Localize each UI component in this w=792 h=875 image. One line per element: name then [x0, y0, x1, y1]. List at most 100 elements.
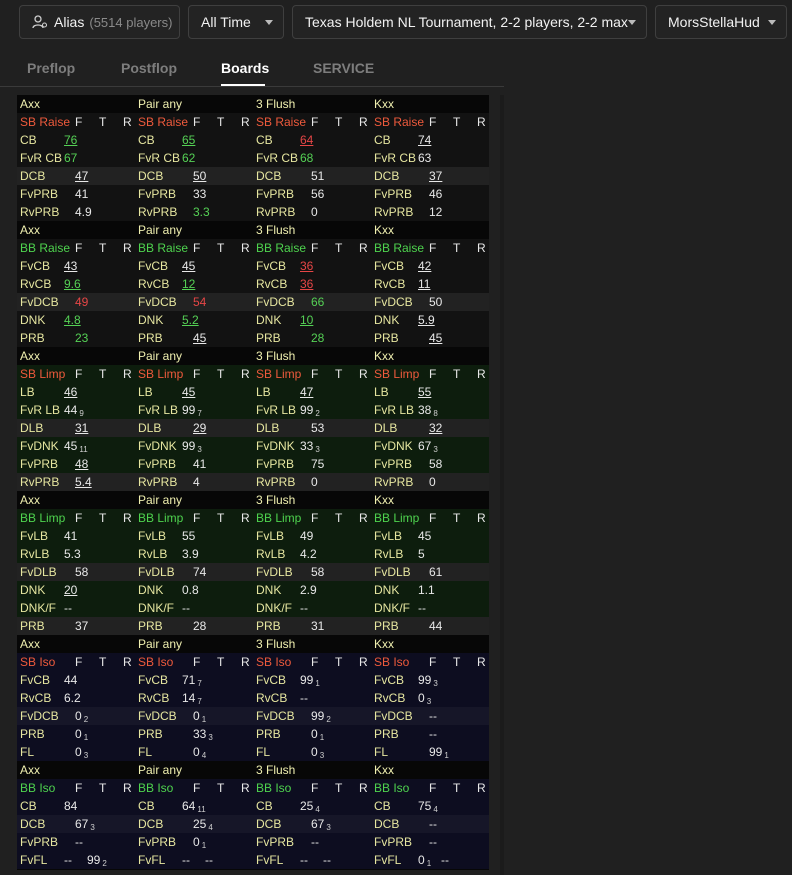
- stat-value[interactable]: 75 4: [418, 797, 438, 815]
- stat-value[interactable]: 75: [311, 455, 324, 473]
- stat-value[interactable]: 5.4: [75, 473, 92, 491]
- stat-value[interactable]: 61: [429, 563, 442, 581]
- stat-value[interactable]: 37: [429, 167, 442, 185]
- tab-service[interactable]: SERVICE: [313, 60, 374, 76]
- stat-value[interactable]: 99 2: [87, 851, 107, 869]
- stat-value[interactable]: 50: [193, 167, 206, 185]
- stat-value[interactable]: 58: [429, 455, 442, 473]
- stat-value[interactable]: 42: [418, 257, 431, 275]
- stat-value[interactable]: --: [182, 851, 190, 869]
- stat-value[interactable]: 12: [429, 203, 442, 221]
- stat-value[interactable]: --: [418, 599, 426, 617]
- stat-value[interactable]: 23: [75, 329, 88, 347]
- tab-postflop[interactable]: Postflop: [121, 60, 177, 76]
- stat-value[interactable]: 67: [64, 149, 77, 167]
- stat-value[interactable]: 10: [300, 311, 313, 329]
- stat-value[interactable]: 01: [311, 725, 324, 743]
- stat-value[interactable]: 11: [418, 275, 430, 293]
- stat-value[interactable]: 46: [64, 383, 77, 401]
- stat-value[interactable]: 31: [311, 617, 324, 635]
- tab-preflop[interactable]: Preflop: [27, 60, 75, 76]
- stat-value[interactable]: --: [64, 599, 72, 617]
- stat-value[interactable]: 45 11: [64, 437, 88, 455]
- stat-value[interactable]: --: [429, 725, 437, 743]
- stat-value[interactable]: 5: [418, 545, 425, 563]
- stat-value[interactable]: --: [311, 833, 319, 851]
- stat-value[interactable]: 45: [182, 257, 195, 275]
- stat-value[interactable]: 45: [418, 527, 431, 545]
- stat-value[interactable]: 28: [193, 617, 206, 635]
- stat-value[interactable]: 56: [311, 185, 324, 203]
- stat-value[interactable]: 47: [75, 167, 88, 185]
- stat-value[interactable]: 45: [193, 329, 206, 347]
- scrollbar[interactable]: [500, 95, 504, 875]
- stat-value[interactable]: --: [429, 815, 437, 833]
- stat-value[interactable]: 04: [193, 743, 206, 761]
- stat-value[interactable]: 1.1: [418, 581, 435, 599]
- stat-value[interactable]: 01: [75, 725, 88, 743]
- stat-value[interactable]: 46: [429, 185, 442, 203]
- stat-value[interactable]: --: [75, 833, 83, 851]
- stat-value[interactable]: 14 7: [182, 689, 202, 707]
- stat-value[interactable]: 53: [311, 419, 324, 437]
- stat-value[interactable]: --: [323, 851, 331, 869]
- stat-value[interactable]: 74: [193, 563, 206, 581]
- stat-value[interactable]: 2.9: [300, 581, 317, 599]
- stat-value[interactable]: 99 1: [429, 743, 449, 761]
- stat-value[interactable]: 84: [64, 797, 77, 815]
- stat-value[interactable]: 41: [64, 527, 77, 545]
- stat-value[interactable]: 01: [418, 851, 431, 869]
- stat-value[interactable]: 99 7: [182, 401, 202, 419]
- stat-value[interactable]: 33 3: [300, 437, 320, 455]
- stat-value[interactable]: 31: [75, 419, 88, 437]
- stat-value[interactable]: 25 4: [300, 797, 320, 815]
- stat-value[interactable]: 3.3: [193, 203, 210, 221]
- stat-value[interactable]: 20: [64, 581, 77, 599]
- stat-value[interactable]: 71 7: [182, 671, 202, 689]
- stat-value[interactable]: 37: [75, 617, 88, 635]
- stat-value[interactable]: 9.6: [64, 275, 81, 293]
- stat-value[interactable]: 5.3: [64, 545, 81, 563]
- stat-value[interactable]: 02: [75, 707, 88, 725]
- stat-value[interactable]: 03: [311, 743, 324, 761]
- stat-value[interactable]: 0.8: [182, 581, 199, 599]
- stat-value[interactable]: 36: [300, 275, 313, 293]
- time-range-dropdown[interactable]: All Time: [188, 5, 284, 39]
- stat-value[interactable]: --: [182, 599, 190, 617]
- stat-value[interactable]: 6.2: [64, 689, 81, 707]
- stat-value[interactable]: --: [300, 599, 308, 617]
- stat-value[interactable]: 5.2: [182, 311, 199, 329]
- stat-value[interactable]: 01: [193, 833, 206, 851]
- stat-value[interactable]: 44: [64, 671, 77, 689]
- stat-value[interactable]: 49: [300, 527, 313, 545]
- stat-value[interactable]: 67 3: [418, 437, 438, 455]
- stat-value[interactable]: 38 8: [418, 401, 438, 419]
- stat-value[interactable]: --: [300, 851, 308, 869]
- stat-value[interactable]: 36: [300, 257, 313, 275]
- stat-value[interactable]: 51: [311, 167, 324, 185]
- stat-value[interactable]: 44 9: [64, 401, 84, 419]
- stat-value[interactable]: 01: [193, 707, 206, 725]
- stat-value[interactable]: 29: [193, 419, 206, 437]
- stat-value[interactable]: 45: [182, 383, 195, 401]
- stat-value[interactable]: 41: [75, 185, 88, 203]
- stat-value[interactable]: 68: [300, 149, 313, 167]
- stat-value[interactable]: 58: [311, 563, 324, 581]
- stat-value[interactable]: --: [300, 689, 308, 707]
- stat-value[interactable]: --: [429, 707, 437, 725]
- stat-value[interactable]: 99 2: [311, 707, 331, 725]
- stat-value[interactable]: 99 1: [300, 671, 320, 689]
- stat-value[interactable]: 55: [418, 383, 431, 401]
- stat-value[interactable]: 32: [429, 419, 442, 437]
- game-type-dropdown[interactable]: Texas Holdem NL Tournament, 2-2 players,…: [292, 5, 647, 39]
- stat-value[interactable]: 99 3: [182, 437, 202, 455]
- stat-value[interactable]: 74: [418, 131, 431, 149]
- stat-value[interactable]: 0: [311, 473, 318, 491]
- stat-value[interactable]: 4.8: [64, 311, 81, 329]
- stat-value[interactable]: --: [441, 851, 449, 869]
- stat-value[interactable]: 62: [182, 149, 195, 167]
- tab-boards[interactable]: Boards: [221, 60, 269, 76]
- stat-value[interactable]: 0: [311, 203, 318, 221]
- stat-value[interactable]: --: [429, 833, 437, 851]
- stat-value[interactable]: 58: [75, 563, 88, 581]
